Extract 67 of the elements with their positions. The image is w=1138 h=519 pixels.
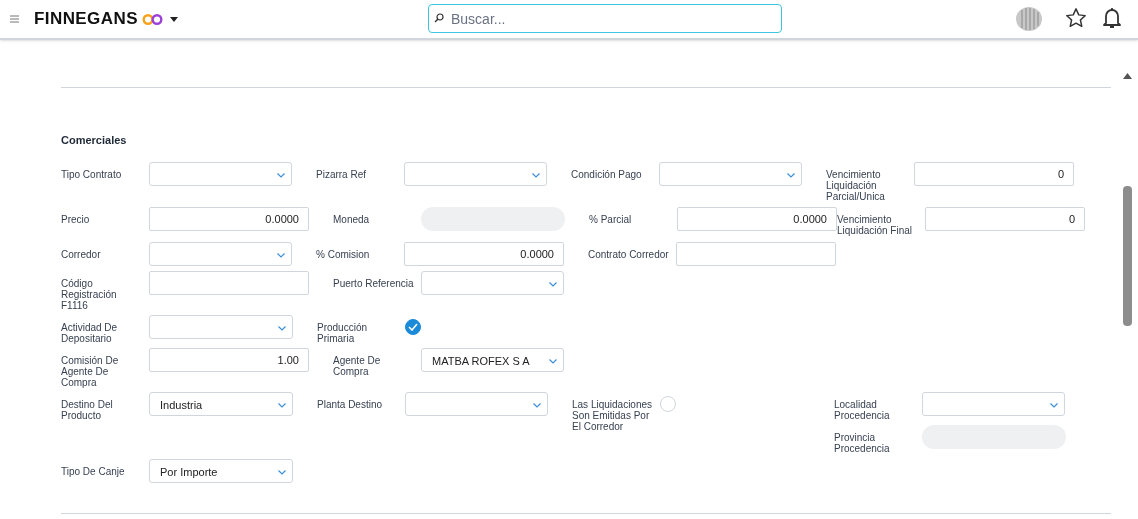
- field-label: Código Registración F1116: [61, 278, 118, 311]
- search-icon: [434, 13, 444, 23]
- chevron-down-icon: [787, 173, 795, 178]
- field-label: Localidad Procedencia: [834, 399, 891, 421]
- input-field[interactable]: 0.0000: [404, 242, 564, 266]
- dropdown-field[interactable]: [149, 162, 292, 186]
- field-label: Tipo Contrato: [61, 169, 123, 180]
- dropdown-field[interactable]: Por Importe: [149, 459, 293, 483]
- avatar-icon[interactable]: [1015, 6, 1043, 32]
- field-label: Precio: [61, 214, 91, 225]
- field-label: Corredor: [61, 249, 102, 260]
- dropdown-field[interactable]: MATBA ROFEX S A: [421, 348, 564, 372]
- chevron-down-icon: [533, 403, 541, 408]
- chevron-down-icon: [1050, 403, 1058, 408]
- input-field[interactable]: 0: [925, 207, 1085, 231]
- input-field[interactable]: [676, 242, 836, 266]
- field-label: Planta Destino: [317, 399, 384, 410]
- app-logo-text: FINNEGANS: [34, 8, 138, 31]
- input-field[interactable]: 0: [914, 162, 1074, 186]
- chevron-down-icon: [278, 326, 286, 331]
- field-label: Tipo De Canje: [61, 466, 126, 477]
- checkbox[interactable]: [405, 319, 421, 335]
- input-field[interactable]: [149, 271, 309, 295]
- field-label: Agente De Compra: [333, 355, 382, 377]
- dropdown-field[interactable]: [405, 392, 548, 416]
- chevron-down-icon: [278, 470, 286, 475]
- chevron-down-icon: [278, 403, 286, 408]
- field-label: Condición Pago: [571, 169, 643, 180]
- chevron-down-icon: [277, 173, 285, 178]
- scroll-up-icon[interactable]: [1123, 73, 1132, 79]
- field-label: Vencimiento Liquidación Parcial/Unica: [826, 169, 886, 202]
- field-label: Pizarra Ref: [316, 169, 367, 180]
- field-label: Producción Primaria: [317, 322, 369, 344]
- field-label: % Parcial: [589, 214, 633, 225]
- caret-icon[interactable]: [169, 16, 178, 22]
- field-label: Vencimiento Liquidación Final: [837, 214, 914, 236]
- chevron-down-icon: [532, 173, 540, 178]
- input-field[interactable]: 1.00: [149, 348, 309, 372]
- search-field[interactable]: Buscar...: [428, 4, 782, 33]
- field-label: Comisión De Agente De Compra: [61, 355, 120, 388]
- infinity-logo-icon: [141, 12, 163, 26]
- scrollbar-thumb[interactable]: [1123, 186, 1132, 326]
- input-field[interactable]: 0.0000: [149, 207, 309, 231]
- dropdown-field[interactable]: [149, 315, 293, 339]
- dropdown-field[interactable]: [149, 242, 292, 266]
- input-field[interactable]: 0.0000: [677, 207, 837, 231]
- field-label: Las Liquidaciones Son Emitidas Por El Corredor: [572, 399, 654, 432]
- chevron-down-icon: [549, 282, 557, 287]
- checkmark-icon: [408, 323, 418, 331]
- field-label: Destino Del Producto: [61, 399, 114, 421]
- dropdown-field[interactable]: Industria: [149, 392, 293, 416]
- bell-icon[interactable]: [1102, 7, 1122, 29]
- dropdown-field[interactable]: [659, 162, 802, 186]
- chevron-down-icon: [277, 253, 285, 258]
- field-label: Puerto Referencia: [333, 278, 415, 289]
- dropdown-field[interactable]: [404, 162, 547, 186]
- menu-icon[interactable]: [10, 15, 19, 23]
- dropdown-field[interactable]: [421, 271, 564, 295]
- field-label: Actividad De Depositario: [61, 322, 119, 344]
- field-label: Moneda: [333, 214, 371, 225]
- star-icon[interactable]: [1065, 7, 1087, 29]
- field-label: % Comision: [316, 249, 371, 260]
- chevron-down-icon: [549, 359, 557, 364]
- dropdown-field[interactable]: [922, 392, 1065, 416]
- section-title: Comerciales: [61, 133, 128, 147]
- field-label: Provincia Procedencia: [834, 432, 891, 454]
- field-label: Contrato Corredor: [588, 249, 670, 260]
